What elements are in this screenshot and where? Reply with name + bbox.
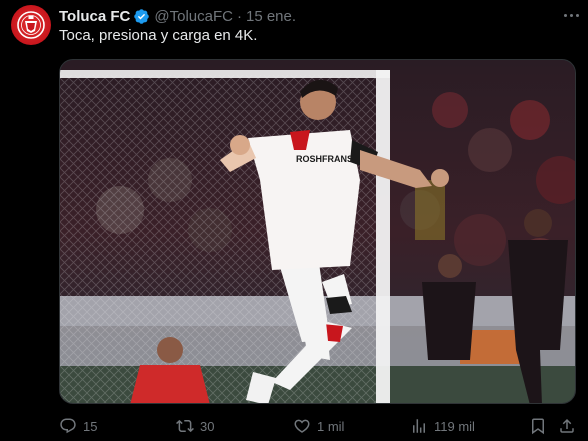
verified-badge-icon[interactable]	[133, 8, 150, 25]
author-handle[interactable]: @TolucaFC	[154, 8, 233, 25]
retweet-count: 30	[200, 418, 215, 434]
header-separator: ·	[236, 7, 242, 25]
tweet-image[interactable]: ROSHFRANS	[59, 59, 576, 404]
like-count: 1 mil	[317, 418, 345, 434]
tweet-header: Toluca FC @TolucaFC · 15 ene.	[59, 6, 296, 26]
tweet[interactable]: Toluca FC @TolucaFC · 15 ene. Toca, pres…	[0, 0, 588, 441]
toluca-crest-icon	[17, 11, 45, 39]
bookmark-button[interactable]	[529, 414, 547, 438]
player-celebration-photo: ROSHFRANS	[60, 60, 575, 403]
tweet-text: Toca, presiona y carga en 4K.	[59, 27, 258, 44]
reply-count: 15	[83, 418, 98, 434]
reply-icon	[60, 418, 76, 434]
avatar[interactable]	[11, 5, 51, 45]
share-icon	[560, 418, 574, 433]
tweet-date[interactable]: 15 ene.	[246, 8, 296, 25]
views-button[interactable]: 119 mil	[410, 414, 475, 438]
views-icon	[413, 419, 425, 433]
views-count: 119 mil	[434, 418, 475, 434]
jersey-sponsor-text: ROSHFRANS	[296, 154, 353, 164]
author-name[interactable]: Toluca FC	[59, 8, 130, 25]
share-button[interactable]	[558, 414, 576, 438]
bookmark-icon	[532, 418, 544, 435]
retweet-icon	[176, 419, 194, 433]
retweet-button[interactable]: 30	[176, 414, 214, 438]
more-options-icon[interactable]	[560, 6, 582, 24]
tweet-actions: 15 30 1 mil 119 mil	[59, 414, 576, 438]
heart-icon	[294, 419, 310, 433]
like-button[interactable]: 1 mil	[293, 414, 344, 438]
reply-button[interactable]: 15	[59, 414, 97, 438]
